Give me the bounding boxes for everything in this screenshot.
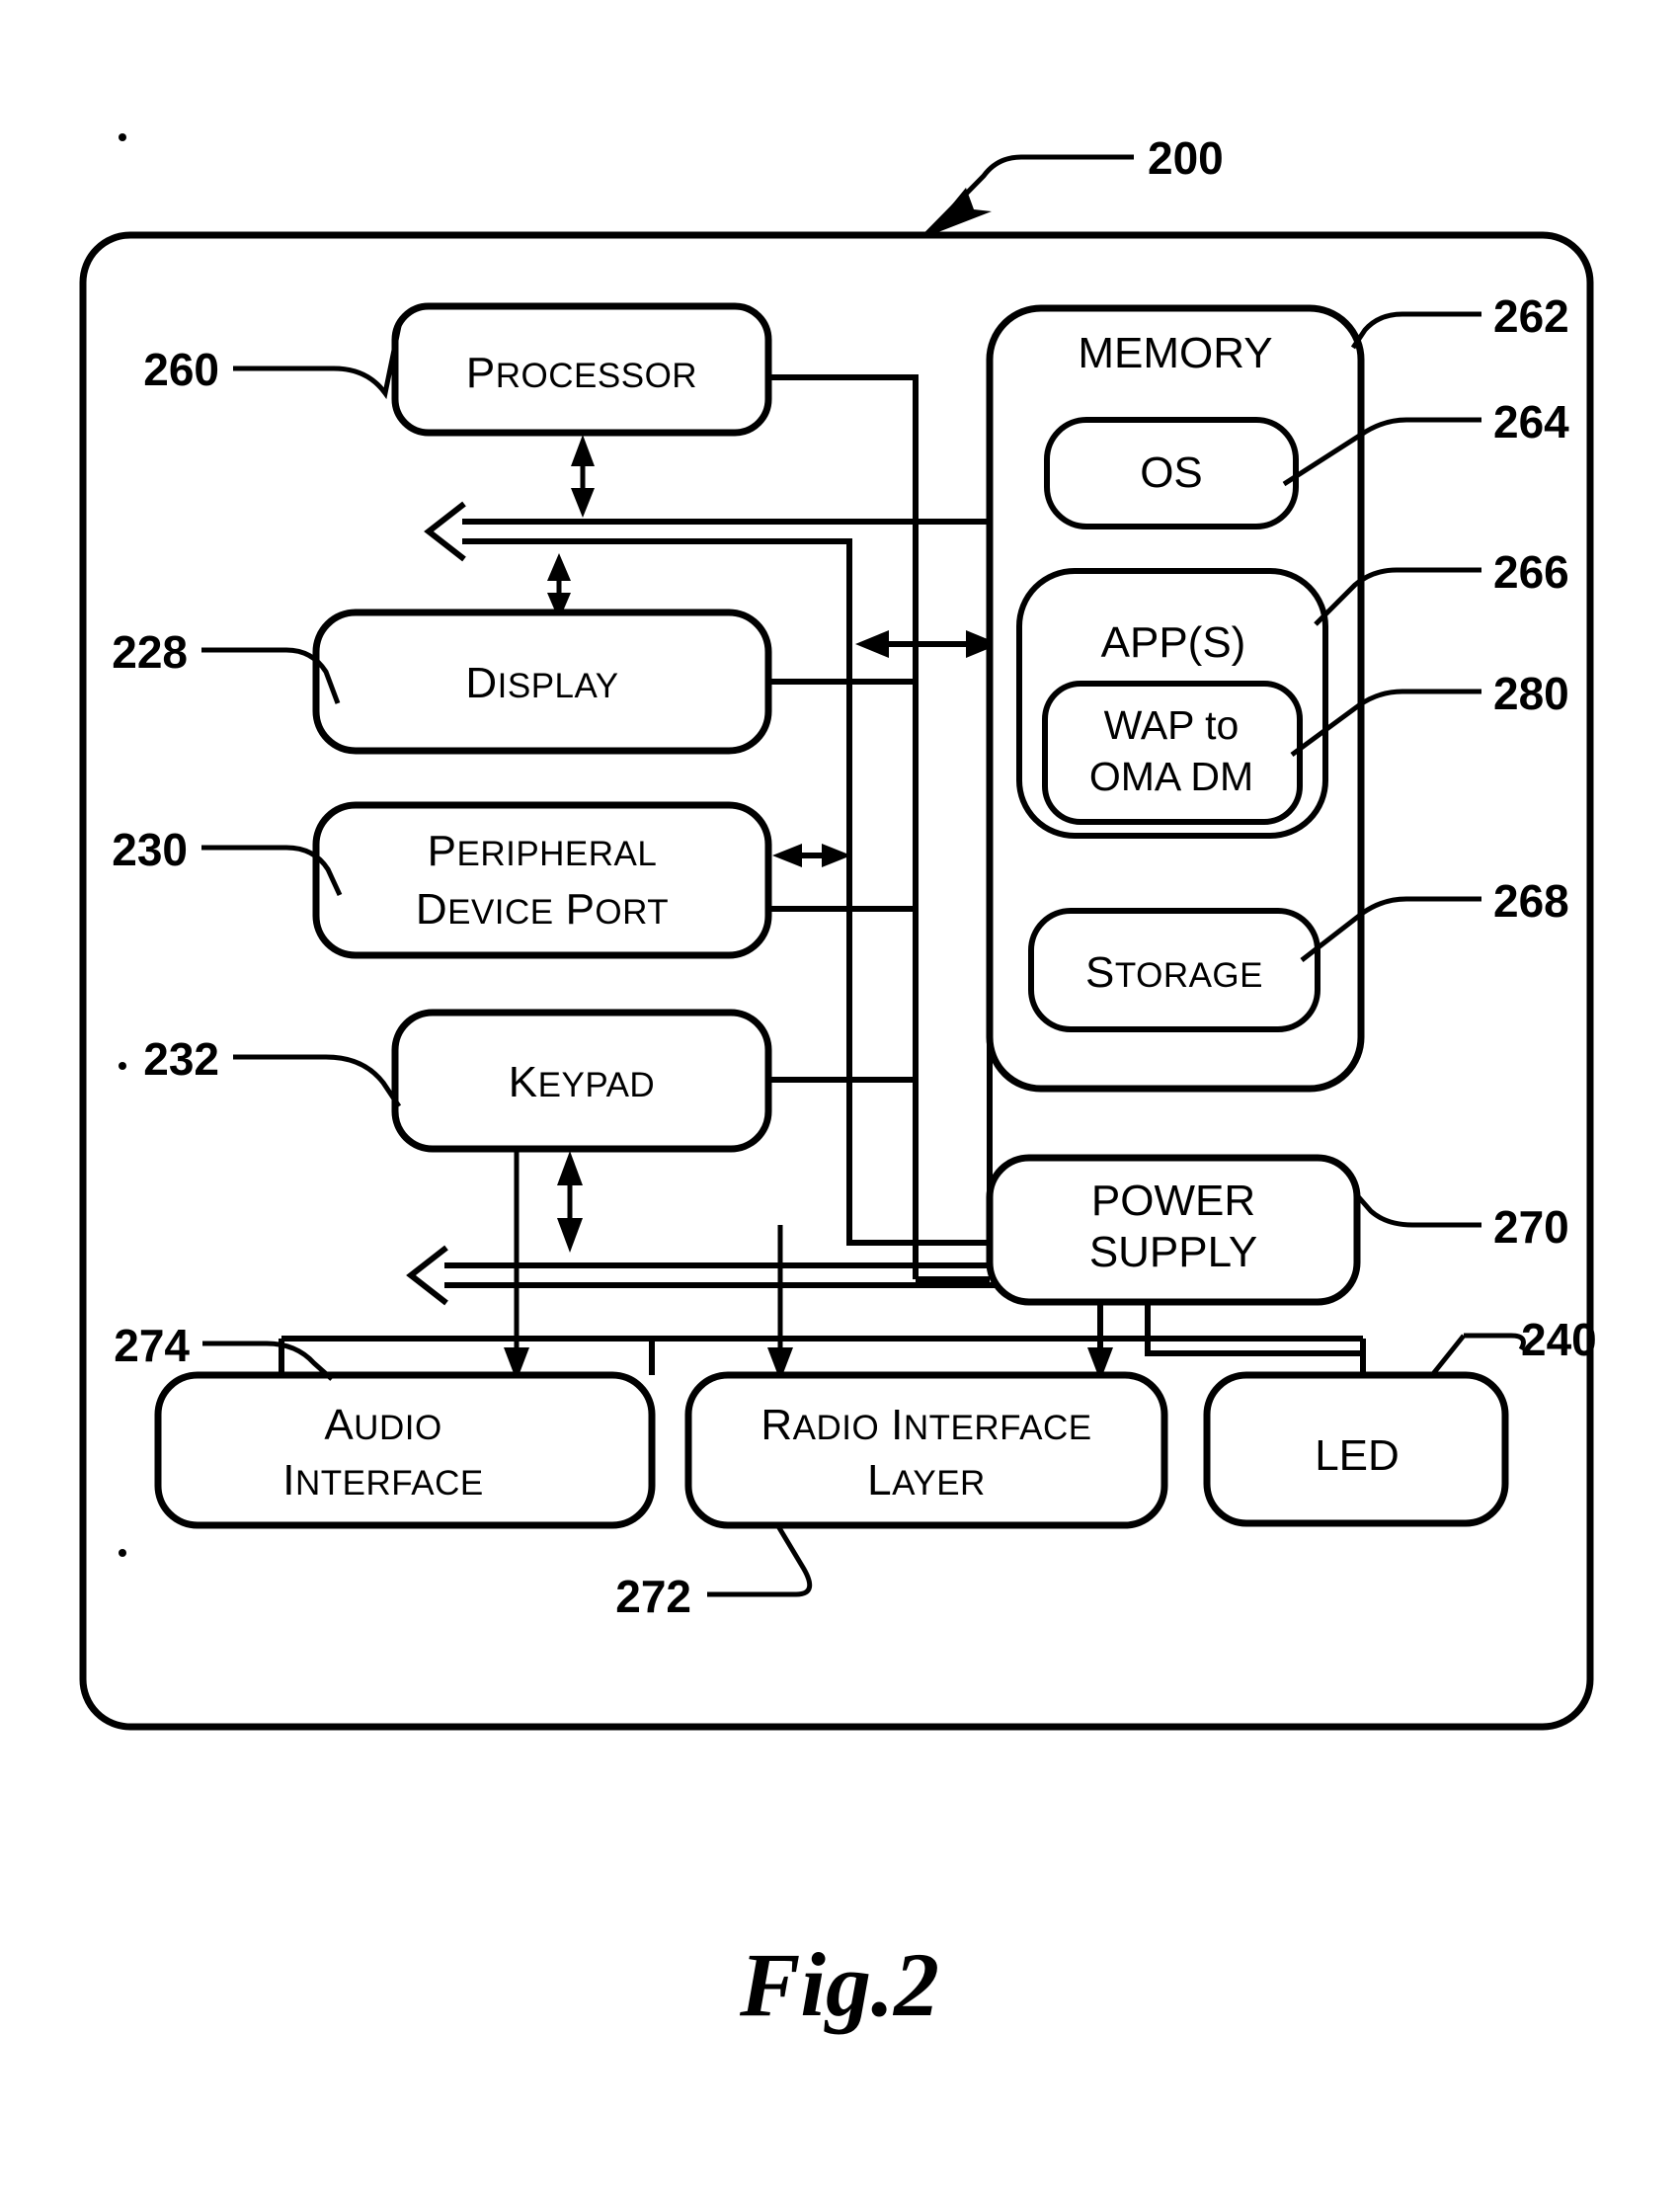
block-radio-interface-layer-label-line1: RADIO INTERFACE	[760, 1401, 1091, 1449]
ref-232: 232	[143, 1033, 219, 1085]
block-wap-to-oma-dm-label-line1: WAP to	[1104, 702, 1240, 748]
block-memory-label: MEMORY	[1078, 329, 1272, 377]
block-processor-label: PROCESSOR	[466, 349, 697, 397]
patent-figure: 200 PROCESSOR 260 DISPLAY 228 PERIPHERAL…	[0, 0, 1680, 2196]
block-radio-interface-layer[interactable]	[684, 1371, 1168, 1529]
ref-264: 264	[1493, 396, 1569, 447]
block-led-label: LED	[1315, 1431, 1400, 1480]
scan-speck	[119, 1062, 126, 1070]
ref-280: 280	[1493, 668, 1569, 719]
block-power-supply-label-line2: SUPPLY	[1089, 1228, 1257, 1276]
block-storage-label: STORAGE	[1085, 948, 1263, 997]
ref-200: 200	[1148, 132, 1224, 184]
ref-228: 228	[112, 626, 188, 678]
ref-262: 262	[1493, 290, 1569, 342]
block-os-label: OS	[1140, 448, 1203, 497]
ref-270: 270	[1493, 1201, 1569, 1253]
block-audio-interface[interactable]	[154, 1371, 656, 1529]
figure-2-block-diagram: 200 PROCESSOR 260 DISPLAY 228 PERIPHERAL…	[79, 132, 1597, 2035]
scan-speck	[119, 133, 126, 141]
ref-274: 274	[114, 1320, 190, 1371]
block-audio-interface-label-line1: AUDIO	[324, 1401, 441, 1449]
block-apps-label: APP(S)	[1101, 618, 1246, 667]
ref-230: 230	[112, 824, 188, 875]
block-display-label: DISPLAY	[465, 659, 618, 707]
block-audio-interface-label-line2: INTERFACE	[282, 1456, 483, 1505]
block-peripheral-device-port-label-line1: PERIPHERAL	[428, 827, 658, 875]
ref-266: 266	[1493, 546, 1569, 598]
scan-speck	[119, 1549, 126, 1557]
leader-200	[923, 154, 1134, 237]
block-peripheral-device-port-label-line2: DEVICE PORT	[416, 885, 669, 934]
ref-268: 268	[1493, 875, 1569, 927]
figure-caption: Fig.2	[739, 1934, 939, 2035]
block-wap-to-oma-dm-label-line2: OMA DM	[1089, 754, 1253, 799]
block-keypad-label: KEYPAD	[509, 1058, 655, 1106]
ref-240: 240	[1521, 1314, 1597, 1365]
ref-260: 260	[143, 344, 219, 395]
block-power-supply-label-line1: POWER	[1091, 1177, 1255, 1225]
block-radio-interface-layer-label-line2: LAYER	[867, 1456, 986, 1505]
block-peripheral-device-port[interactable]	[312, 801, 772, 959]
ref-272: 272	[615, 1571, 691, 1622]
